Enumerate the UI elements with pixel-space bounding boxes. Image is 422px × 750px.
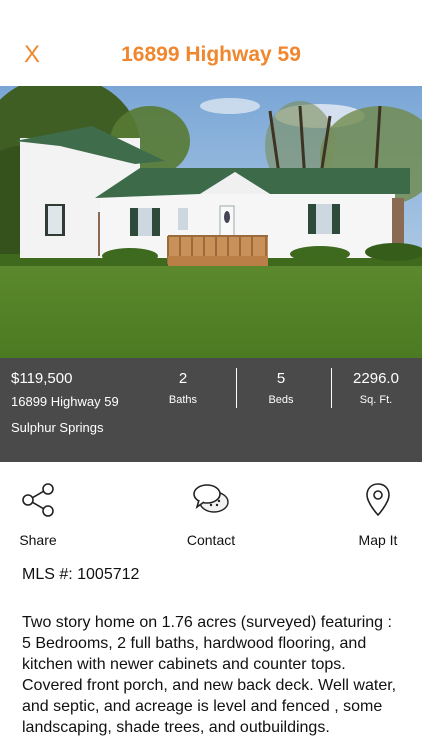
action-bar: Share Contact Map It [0,470,422,550]
mls-number: MLS #: 1005712 [22,566,140,583]
house-photo [0,86,422,358]
beds-value: 5 [276,370,286,387]
map-pin-icon [328,480,422,520]
share-button[interactable]: Share [0,480,88,548]
share-icon [0,480,88,520]
map-it-button[interactable]: Map It [328,480,422,548]
header: X 16899 Highway 59 [0,0,422,86]
contact-button[interactable]: Contact [161,480,261,548]
baths-value: 2 [178,370,188,387]
baths-stat: 2 Baths [138,370,228,406]
listing-summary: $119,500 16899 Highway 59 Sulphur Spring… [0,358,422,462]
chat-bubbles-icon [161,480,261,520]
beds-stat: 5 Beds [236,370,326,406]
map-it-label: Map It [358,532,398,548]
page-title: 16899 Highway 59 [121,43,301,66]
sqft-stat: 2296.0 Sq. Ft. [331,370,421,406]
beds-label: Beds [268,394,294,406]
listing-price: $119,500 [11,370,73,387]
baths-label: Baths [168,394,198,406]
sqft-label: Sq. Ft. [359,394,393,406]
listing-address: 16899 Highway 59 [11,394,119,409]
listing-description: Two story home on 1.76 acres (surveyed) … [22,614,397,736]
sqft-value: 2296.0 [353,370,399,387]
listing-city: Sulphur Springs [11,420,104,435]
share-label: Share [19,532,57,548]
contact-label: Contact [186,532,236,548]
